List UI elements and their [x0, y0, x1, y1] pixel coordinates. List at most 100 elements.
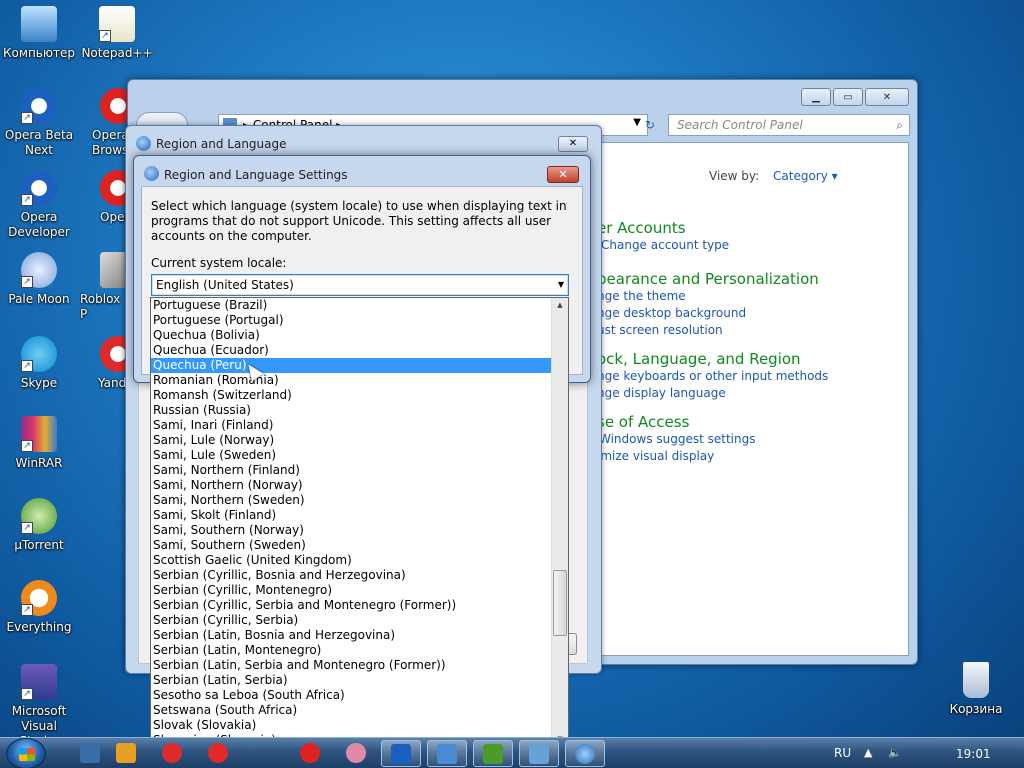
search-icon[interactable]: ⌕: [896, 118, 903, 133]
locale-option[interactable]: Sami, Southern (Sweden): [151, 538, 552, 553]
opera-beta-icon: ↗: [21, 88, 57, 124]
maximize-button[interactable]: ▭: [833, 88, 863, 106]
locale-option[interactable]: Quechua (Bolivia): [151, 328, 552, 343]
close-button[interactable]: ✕: [558, 136, 588, 152]
refresh-icon[interactable]: ↻: [638, 114, 662, 136]
notepadpp-icon: ↗: [99, 6, 135, 42]
desktop-icon-label: Everything: [6, 620, 72, 634]
view-by-dropdown[interactable]: Category ▾: [773, 169, 838, 183]
section-link[interactable]: nge display language: [597, 385, 828, 402]
section-appearance: pearance and Personalization nge the the…: [597, 270, 819, 339]
section-link[interactable]: Windows suggest settings: [597, 431, 755, 448]
section-heading[interactable]: ock, Language, and Region: [597, 350, 828, 368]
locale-option[interactable]: Serbian (Latin, Montenegro): [151, 643, 552, 658]
locale-option[interactable]: Romanian (Romania): [151, 373, 552, 388]
locale-option[interactable]: Serbian (Cyrillic, Serbia and Montenegro…: [151, 598, 552, 613]
media-player-icon[interactable]: [116, 743, 136, 763]
desktop-icon-recycle-bin[interactable]: Корзина: [937, 662, 1015, 717]
desktop-icon-skype[interactable]: ↗ Skype: [0, 336, 78, 391]
close-button[interactable]: ✕: [547, 166, 579, 183]
locale-option[interactable]: Slovak (Slovakia): [151, 718, 552, 733]
section-link[interactable]: ust screen resolution: [597, 322, 819, 339]
locale-option[interactable]: Serbian (Latin, Bosnia and Herzegovina): [151, 628, 552, 643]
search-input[interactable]: Search Control Panel ⌕: [668, 114, 910, 136]
desktop-icon-utorrent[interactable]: ↗ µTorrent: [0, 498, 78, 553]
desktop-icon-label: Roblox P: [80, 292, 121, 321]
dropdown-items: Portuguese (Brazil) Portuguese (Portugal)…: [151, 298, 552, 746]
locale-option[interactable]: Romansh (Switzerland): [151, 388, 552, 403]
section-ease-of-access: se of Access Windows suggest settings im…: [597, 413, 755, 465]
locale-option[interactable]: Quechua (Peru): [151, 358, 552, 373]
desktop-icon-everything[interactable]: ↗ Everything: [0, 580, 78, 635]
locale-option[interactable]: Sami, Lule (Sweden): [151, 448, 552, 463]
yandex-icon: [100, 336, 128, 372]
section-heading[interactable]: pearance and Personalization: [597, 270, 819, 288]
desktop-icon-winrar[interactable]: ↗ WinRAR: [0, 416, 78, 471]
desktop-icon-label: Компьютер: [3, 46, 75, 60]
dialog-title: Region and Language Settings: [164, 168, 348, 182]
locale-option[interactable]: Serbian (Latin, Serbia): [151, 673, 552, 688]
locale-option[interactable]: Sami, Northern (Finland): [151, 463, 552, 478]
locale-option[interactable]: Sami, Southern (Norway): [151, 523, 552, 538]
desktop-icon-opera[interactable]: Opera: [80, 170, 128, 225]
pale-moon-icon: ↗: [21, 252, 57, 288]
opera-taskbar-icon[interactable]: [300, 743, 320, 763]
windows-logo-icon: [19, 748, 35, 761]
locale-option[interactable]: Serbian (Cyrillic, Montenegro): [151, 583, 552, 598]
locale-option[interactable]: Sami, Lule (Norway): [151, 433, 552, 448]
desktop-icon-label: Opera Beta Next: [4, 128, 74, 157]
locale-option[interactable]: Scottish Gaelic (United Kingdom): [151, 553, 552, 568]
clock[interactable]: 19:01: [956, 747, 991, 761]
section-clock-language-region: ock, Language, and Region nge keyboards …: [597, 350, 828, 402]
section-heading[interactable]: er Accounts: [597, 219, 729, 237]
yandex-browser-taskbar-icon[interactable]: [208, 743, 228, 763]
desktop-icon-computer[interactable]: Компьютер: [0, 6, 78, 61]
locale-option[interactable]: Serbian (Latin, Serbia and Montenegro (F…: [151, 658, 552, 673]
view-by: View by: Category ▾: [709, 169, 838, 183]
locale-option[interactable]: Russian (Russia): [151, 403, 552, 418]
desktop-icon-yandex[interactable]: Yand: [80, 336, 128, 391]
globe-icon: [144, 166, 159, 181]
close-button[interactable]: ✕: [865, 88, 909, 106]
desktop-icon-pale-moon[interactable]: ↗ Pale Moon: [0, 252, 78, 307]
locale-option[interactable]: Sami, Northern (Norway): [151, 478, 552, 493]
yandex-taskbar-icon[interactable]: [162, 743, 182, 763]
desktop-icon-opera-beta[interactable]: ↗ Opera Beta Next: [0, 88, 78, 158]
locale-option[interactable]: Portuguese (Brazil): [151, 298, 552, 313]
start-button[interactable]: [6, 738, 46, 768]
locale-option[interactable]: Sami, Northern (Sweden): [151, 493, 552, 508]
locale-option[interactable]: Quechua (Ecuador): [151, 343, 552, 358]
locale-option[interactable]: Portuguese (Portugal): [151, 313, 552, 328]
section-heading[interactable]: se of Access: [597, 413, 755, 431]
language-indicator[interactable]: RU: [834, 746, 851, 760]
tray-expand-icon[interactable]: ▲: [864, 746, 878, 760]
desktop-icon-opera-browser[interactable]: Opera Brows: [80, 88, 128, 158]
desktop-icon-opera-developer[interactable]: ↗ Opera Developer: [0, 170, 78, 240]
section-link[interactable]: nge desktop background: [597, 305, 819, 322]
taskbar: RU ▲ 🔈 19:01: [0, 737, 1024, 768]
locale-option[interactable]: Serbian (Cyrillic, Serbia): [151, 613, 552, 628]
system-locale-label: Current system locale:: [151, 256, 287, 270]
scroll-up-icon[interactable]: ▲: [552, 298, 568, 312]
system-locale-dropdown-list[interactable]: Portuguese (Brazil) Portuguese (Portugal)…: [150, 297, 569, 747]
volume-muted-icon[interactable]: 🔈: [888, 746, 902, 760]
locale-option[interactable]: Setswana (South Africa): [151, 703, 552, 718]
minimize-button[interactable]: ▁: [801, 88, 831, 106]
scrollbar[interactable]: ▲ ▼: [551, 298, 568, 746]
app-taskbar-icon[interactable]: [346, 743, 366, 763]
locale-option[interactable]: Sami, Inari (Finland): [151, 418, 552, 433]
locale-option[interactable]: Serbian (Cyrillic, Bosnia and Herzegovin…: [151, 568, 552, 583]
scrollbar-thumb[interactable]: [553, 570, 567, 636]
section-link[interactable]: Change account type: [597, 237, 729, 254]
section-link[interactable]: imize visual display: [597, 448, 755, 465]
locale-option[interactable]: Sami, Skolt (Finland): [151, 508, 552, 523]
section-link[interactable]: nge the theme: [597, 288, 819, 305]
locale-option[interactable]: Sesotho sa Leboa (South Africa): [151, 688, 552, 703]
section-link[interactable]: nge keyboards or other input methods: [597, 368, 828, 385]
system-locale-select[interactable]: English (United States) ▼: [151, 274, 569, 296]
view-by-label: View by:: [709, 169, 760, 183]
chevron-down-icon[interactable]: ▼: [558, 275, 564, 295]
desktop-icon-notepadpp[interactable]: ↗ Notepad++: [78, 6, 156, 61]
desktop-icon-roblox[interactable]: Roblox P: [80, 252, 128, 322]
explorer-icon[interactable]: [80, 743, 100, 763]
